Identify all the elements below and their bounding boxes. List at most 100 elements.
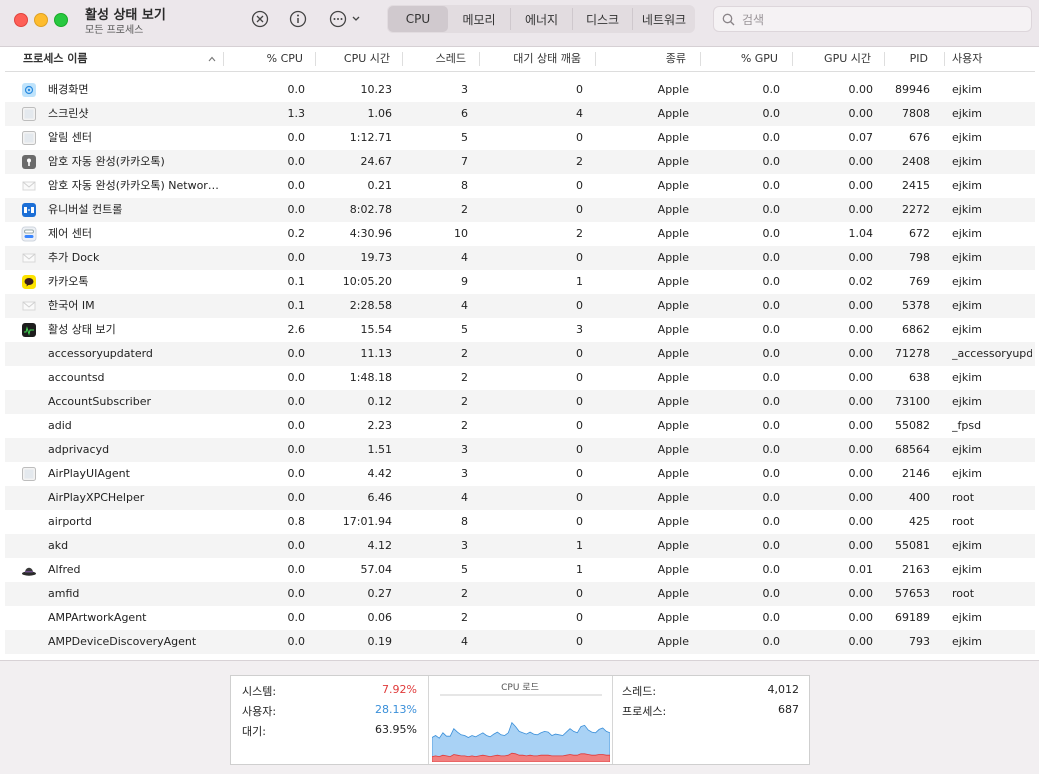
table-row[interactable]: 카카오톡 0.1 10:05.20 9 1 Apple 0.0 0.02 769 ejkim	[5, 270, 1035, 294]
column-header-gpu-time[interactable]: GPU 시간	[794, 47, 871, 71]
table-row[interactable]: accessoryupdaterd 0.0 11.13 2 0 Apple 0.0 0.00 7…	[5, 342, 1035, 366]
window-subtitle[interactable]: 모든 프로세스	[85, 21, 143, 36]
search-field[interactable]	[713, 6, 1032, 32]
cell-idle-wakeups: 0	[576, 371, 583, 384]
tab-memory[interactable]: 메모리	[448, 8, 511, 30]
cell-kind: Apple	[657, 563, 689, 576]
table-row[interactable]: AirPlayUIAgent 0.0 4.42 3 0 Apple 0.0 0.00 2146 e…	[5, 462, 1035, 486]
envelope-icon	[21, 250, 37, 266]
window-zoom-button[interactable]	[54, 13, 68, 27]
table-row[interactable]: 제어 센터 0.2 4:30.96 10 2 Apple 0.0 1.04 672 ejkim	[5, 222, 1035, 246]
window-close-button[interactable]	[14, 13, 28, 27]
cell-cpu-time: 2:28.58	[349, 299, 392, 312]
cell-idle-wakeups: 0	[576, 443, 583, 456]
cell-pid: 55082	[895, 419, 930, 432]
cell-idle-wakeups: 2	[576, 227, 583, 240]
table-row[interactable]: AirPlayXPCHelper 0.0 6.46 4 0 Apple 0.0 0.00 400…	[5, 486, 1035, 510]
cell-kind: Apple	[657, 371, 689, 384]
table-row[interactable]: akd 0.0 4.12 3 1 Apple 0.0 0.00 55081 ejkim	[5, 534, 1035, 558]
cell-threads: 8	[461, 515, 468, 528]
cell-idle-wakeups: 0	[576, 347, 583, 360]
table-row[interactable]: adid 0.0 2.23 2 0 Apple 0.0 0.00 55082 _fpsd	[5, 414, 1035, 438]
cell-gpu: 0.0	[762, 275, 781, 288]
table-row[interactable]: AMPArtworkAgent 0.0 0.06 2 0 Apple 0.0 0.00 6918…	[5, 606, 1035, 630]
cell-kind: Apple	[657, 227, 689, 240]
column-header-idle-wakeups[interactable]: 대기 상태 깨움	[481, 47, 581, 71]
tab-disk[interactable]: 디스크	[573, 8, 633, 30]
cell-gpu: 0.0	[762, 563, 781, 576]
table-row[interactable]: 활성 상태 보기 2.6 15.54 5 3 Apple 0.0 0.00 6862 ejkim	[5, 318, 1035, 342]
table-row[interactable]: accountsd 0.0 1:48.18 2 0 Apple 0.0 0.00 638 ejki…	[5, 366, 1035, 390]
cell-pid: 2415	[902, 179, 930, 192]
cell-pid: 2146	[902, 467, 930, 480]
cell-cpu: 0.0	[287, 635, 306, 648]
cell-gpu: 0.0	[762, 251, 781, 264]
cell-user: root	[952, 515, 975, 528]
cell-cpu: 0.0	[287, 347, 306, 360]
window-minimize-button[interactable]	[34, 13, 48, 27]
cpu-load-title: CPU 로드	[501, 683, 539, 693]
cell-gpu: 0.0	[762, 131, 781, 144]
cell-kind: Apple	[657, 467, 689, 480]
table-row[interactable]: Alfred 0.0 57.04 5 1 Apple 0.0 0.01 2163 ejkim	[5, 558, 1035, 582]
search-input[interactable]	[740, 10, 1024, 30]
table-row[interactable]: 알림 센터 0.0 1:12.71 5 0 Apple 0.0 0.07 676 ejkim	[5, 126, 1035, 150]
cell-gpu-time: 0.01	[848, 563, 874, 576]
cell-user: ejkim	[952, 443, 982, 456]
view-tabs: CPU 메모리 에너지 디스크 네트워크	[387, 5, 695, 33]
cell-user: ejkim	[952, 251, 982, 264]
cell-user: ejkim	[952, 275, 982, 288]
column-header-threads[interactable]: 스레드	[404, 47, 466, 71]
column-header-user[interactable]: 사용자	[952, 47, 982, 71]
cell-threads: 4	[461, 251, 468, 264]
table-row[interactable]: amfid 0.0 0.27 2 0 Apple 0.0 0.00 57653 root	[5, 582, 1035, 606]
cell-threads: 5	[461, 563, 468, 576]
kakaotalk-icon	[21, 274, 37, 290]
tab-network[interactable]: 네트워크	[633, 8, 695, 30]
column-header-process-name[interactable]: 프로세스 이름	[23, 47, 88, 71]
cell-idle-wakeups: 0	[576, 491, 583, 504]
cell-user: ejkim	[952, 155, 982, 168]
column-header-cpu[interactable]: % CPU	[225, 47, 303, 71]
table-row[interactable]: 암호 자동 완성(카카오톡) 0.0 24.67 7 2 Apple 0.0 0.00 2408…	[5, 150, 1035, 174]
column-header-kind[interactable]: 종류	[597, 47, 686, 71]
cell-kind: Apple	[657, 395, 689, 408]
user-value: 28.13%	[375, 703, 417, 716]
table-row[interactable]: 배경화면 0.0 10.23 3 0 Apple 0.0 0.00 89946 ejkim	[5, 78, 1035, 102]
cell-cpu-time: 2.23	[367, 419, 393, 432]
column-header-gpu[interactable]: % GPU	[702, 47, 778, 71]
activity-monitor-icon	[21, 322, 37, 338]
inspect-process-button[interactable]	[288, 9, 308, 29]
table-row[interactable]: 추가 Dock 0.0 19.73 4 0 Apple 0.0 0.00 798 ejkim	[5, 246, 1035, 270]
tab-cpu[interactable]: CPU	[388, 6, 448, 32]
table-row[interactable]: 암호 자동 완성(카카오톡) Networ… 0.0 0.21 8 0 Apple 0.0 0…	[5, 174, 1035, 198]
cell-cpu: 0.0	[287, 203, 306, 216]
table-row[interactable]: adprivacyd 0.0 1.51 3 0 Apple 0.0 0.00 68564 ejki…	[5, 438, 1035, 462]
table-row[interactable]: airportd 0.8 17:01.94 8 0 Apple 0.0 0.00 425 root	[5, 510, 1035, 534]
cell-kind: Apple	[657, 251, 689, 264]
cell-idle-wakeups: 0	[576, 467, 583, 480]
cell-gpu: 0.0	[762, 611, 781, 624]
cell-idle-wakeups: 0	[576, 611, 583, 624]
table-row[interactable]: 유니버설 컨트롤 0.0 8:02.78 2 0 Apple 0.0 0.00 2272 ejki…	[5, 198, 1035, 222]
cell-threads: 3	[461, 467, 468, 480]
table-row[interactable]: AccountSubscriber 0.0 0.12 2 0 Apple 0.0 0.00 73…	[5, 390, 1035, 414]
cell-pid: 2408	[902, 155, 930, 168]
more-options-button[interactable]	[329, 9, 365, 29]
cell-cpu: 0.0	[287, 563, 306, 576]
column-header-pid[interactable]: PID	[886, 47, 928, 71]
stop-process-button[interactable]	[250, 9, 270, 29]
cell-pid: 73100	[895, 395, 930, 408]
cell-kind: Apple	[657, 299, 689, 312]
tab-energy[interactable]: 에너지	[511, 8, 573, 30]
cell-kind: Apple	[657, 107, 689, 120]
table-row[interactable]: 스크린샷 1.3 1.06 6 4 Apple 0.0 0.00 7808 ejkim	[5, 102, 1035, 126]
cell-threads: 2	[461, 371, 468, 384]
cell-gpu-time: 0.07	[848, 131, 874, 144]
table-row[interactable]: 한국어 IM 0.1 2:28.58 4 0 Apple 0.0 0.00 5378 ejkim	[5, 294, 1035, 318]
cell-idle-wakeups: 0	[576, 83, 583, 96]
column-header-cpu-time[interactable]: CPU 시간	[317, 47, 390, 71]
cell-threads: 7	[461, 155, 468, 168]
table-row[interactable]: AMPDeviceDiscoveryAgent 0.0 0.19 4 0 Apple 0.0…	[5, 630, 1035, 654]
cell-process-name: 활성 상태 보기	[48, 323, 116, 336]
